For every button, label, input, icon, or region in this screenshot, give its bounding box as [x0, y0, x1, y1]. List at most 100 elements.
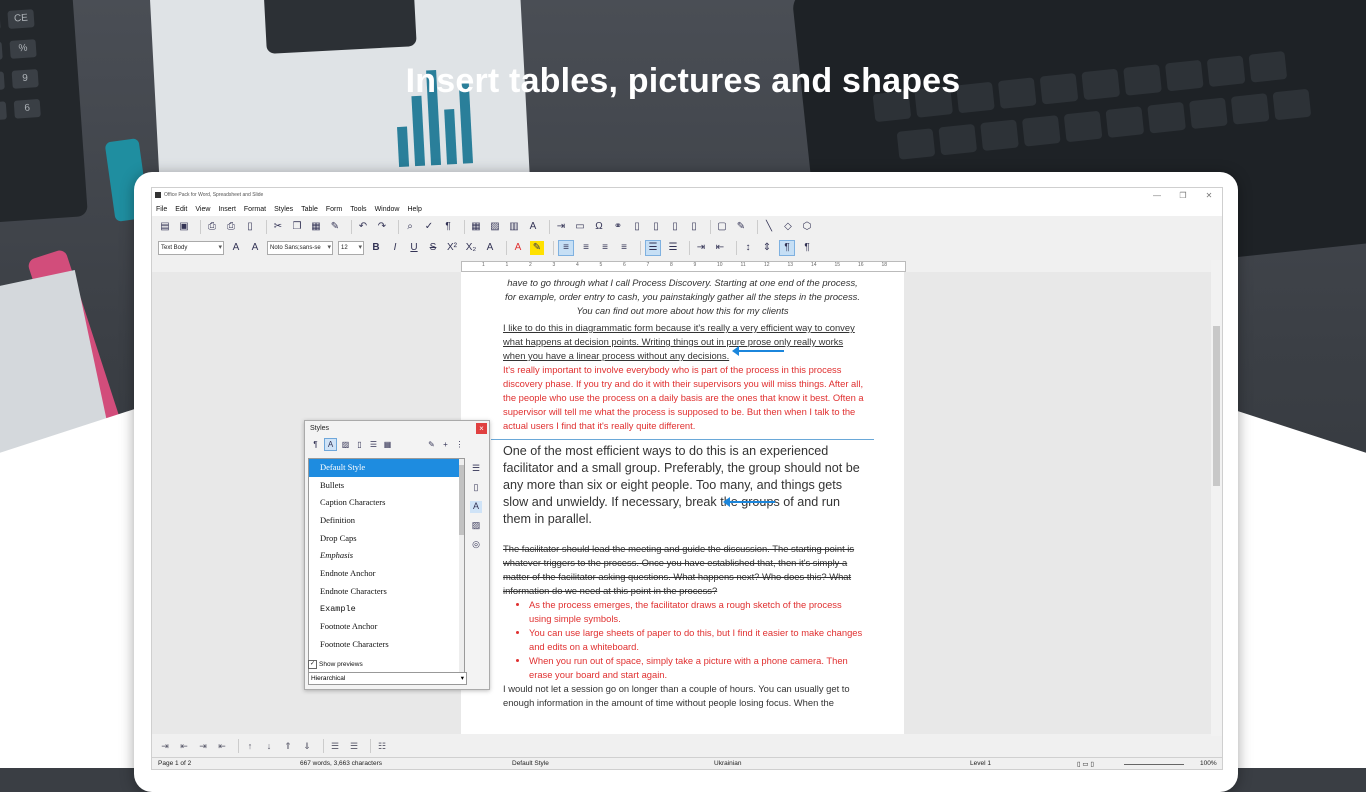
- line-icon[interactable]: ╲: [762, 220, 776, 234]
- move-item-up-icon[interactable]: ⇑: [281, 739, 295, 753]
- style-item[interactable]: Endnote Characters: [309, 583, 464, 601]
- justify-icon[interactable]: ≡: [617, 241, 631, 255]
- style-item[interactable]: Caption Characters: [309, 494, 464, 512]
- language[interactable]: Ukrainian: [714, 760, 741, 767]
- gallery-deck-icon[interactable]: ▨: [470, 520, 482, 532]
- navigator-deck-icon[interactable]: ◎: [470, 539, 482, 551]
- hyperlink-icon[interactable]: ⚭: [611, 220, 625, 234]
- undo-icon[interactable]: ↶: [356, 220, 370, 234]
- menu-tools[interactable]: Tools: [350, 206, 366, 213]
- font-color-icon[interactable]: A: [511, 241, 525, 255]
- draw-functions-icon[interactable]: ⬡: [800, 220, 814, 234]
- restart-numbering-icon[interactable]: ☰: [347, 739, 361, 753]
- page-style[interactable]: Default Style: [512, 760, 549, 767]
- document-page[interactable]: have to go through what I call Process D…: [461, 272, 904, 734]
- page-break-icon[interactable]: ⇥: [554, 220, 568, 234]
- panel-menu-icon[interactable]: ⋮: [454, 439, 465, 450]
- fill-format-icon[interactable]: ✎: [426, 439, 437, 450]
- page-styles-icon[interactable]: ▯: [354, 439, 365, 450]
- spelling-icon[interactable]: ✓: [422, 220, 436, 234]
- page-count[interactable]: Page 1 of 2: [158, 760, 191, 767]
- style-filter-select[interactable]: Hierarchical: [308, 672, 467, 685]
- demote-icon[interactable]: ⇥: [158, 739, 172, 753]
- promote-icon[interactable]: ⇤: [177, 739, 191, 753]
- character-styles-icon[interactable]: A: [324, 437, 337, 451]
- update-style-icon[interactable]: A: [229, 241, 243, 255]
- subscript-icon[interactable]: X₂: [464, 241, 478, 255]
- menu-file[interactable]: File: [156, 206, 167, 213]
- page-deck-icon[interactable]: ▯: [470, 482, 482, 494]
- superscript-icon[interactable]: X²: [445, 241, 459, 255]
- save-icon[interactable]: ▣: [177, 220, 191, 234]
- move-down-icon[interactable]: ↓: [262, 739, 276, 753]
- menu-view[interactable]: View: [195, 206, 210, 213]
- cross-reference-icon[interactable]: ▯: [687, 220, 701, 234]
- style-item[interactable]: Definition: [309, 512, 464, 530]
- styles-deck-icon[interactable]: A: [470, 501, 482, 513]
- strikethrough-icon[interactable]: S: [426, 241, 440, 255]
- zoom-level[interactable]: 100%: [1200, 760, 1217, 767]
- bullets-numbering-icon[interactable]: ☷: [375, 739, 389, 753]
- frame-styles-icon[interactable]: ▨: [340, 439, 351, 450]
- align-right-icon[interactable]: ≡: [598, 241, 612, 255]
- demote-subpoints-icon[interactable]: ⇥: [196, 739, 210, 753]
- italic-icon[interactable]: I: [388, 241, 402, 255]
- insert-image-icon[interactable]: ▨: [488, 220, 502, 234]
- insert-table-icon[interactable]: ▦: [469, 220, 483, 234]
- insert-chart-icon[interactable]: ▥: [507, 220, 521, 234]
- align-center-icon[interactable]: ≡: [579, 241, 593, 255]
- zoom-slider[interactable]: [1124, 764, 1184, 765]
- insert-field-icon[interactable]: ▭: [573, 220, 587, 234]
- increase-indent-icon[interactable]: ⇥: [694, 241, 708, 255]
- strikethrough-paragraph[interactable]: The facilitator should lead the meeting …: [503, 542, 864, 598]
- promote-subpoints-icon[interactable]: ⇤: [215, 739, 229, 753]
- paragraph-styles-icon[interactable]: ¶: [310, 439, 321, 450]
- list-styles-icon[interactable]: ☰: [368, 439, 379, 450]
- menu-help[interactable]: Help: [407, 206, 421, 213]
- bookmark-icon[interactable]: ▯: [668, 220, 682, 234]
- clear-formatting-icon[interactable]: A: [483, 241, 497, 255]
- move-item-down-icon[interactable]: ⇓: [300, 739, 314, 753]
- paragraph-spacing-icon[interactable]: ⇕: [760, 241, 774, 255]
- style-item[interactable]: Emphasis: [309, 547, 464, 565]
- bold-icon[interactable]: B: [369, 241, 383, 255]
- style-item[interactable]: Default Style: [309, 459, 464, 477]
- horizontal-ruler[interactable]: 1 1 2 3 4 5 6 7 8 9 10 11 12 13 14 15 16 18: [461, 261, 906, 272]
- properties-deck-icon[interactable]: ☰: [470, 463, 482, 475]
- menu-edit[interactable]: Edit: [175, 206, 187, 213]
- rtl-icon[interactable]: ¶: [800, 241, 814, 255]
- new-style-menu-icon[interactable]: +: [440, 439, 451, 450]
- list-item[interactable]: As the process emerges, the facilitator …: [529, 598, 864, 626]
- menu-insert[interactable]: Insert: [218, 206, 236, 213]
- formatting-marks-icon[interactable]: ¶: [441, 220, 455, 234]
- minimize-button[interactable]: —: [1144, 191, 1170, 200]
- bullets-icon[interactable]: ☰: [645, 239, 661, 256]
- font-size-combo[interactable]: 12: [338, 240, 364, 255]
- scrollbar-thumb[interactable]: [1213, 326, 1220, 486]
- styles-close-icon[interactable]: ×: [476, 423, 487, 434]
- underline-icon[interactable]: U: [407, 241, 421, 255]
- menu-window[interactable]: Window: [375, 206, 400, 213]
- table-styles-icon[interactable]: ▦: [382, 439, 393, 450]
- menu-table[interactable]: Table: [301, 206, 318, 213]
- last-paragraph[interactable]: I would not let a session go on longer t…: [503, 682, 864, 710]
- print-preview-icon[interactable]: ▯: [243, 220, 257, 234]
- styles-scrollbar[interactable]: [459, 459, 464, 677]
- menu-form[interactable]: Form: [326, 206, 342, 213]
- endnote-icon[interactable]: ▯: [649, 220, 663, 234]
- special-character-icon[interactable]: Ω: [592, 220, 606, 234]
- menu-format[interactable]: Format: [244, 206, 266, 213]
- decrease-indent-icon[interactable]: ⇤: [713, 241, 727, 255]
- clone-format-icon[interactable]: ✎: [328, 220, 342, 234]
- paste-icon[interactable]: ▦: [309, 220, 323, 234]
- new-icon[interactable]: ▤: [158, 220, 172, 234]
- view-layout-icon[interactable]: ▯ ▭ ▯: [1077, 760, 1094, 768]
- export-pdf-icon[interactable]: ⎙: [205, 220, 219, 234]
- highlight-icon[interactable]: ✎: [530, 240, 544, 255]
- copy-icon[interactable]: ❐: [290, 220, 304, 234]
- redo-icon[interactable]: ↷: [375, 220, 389, 234]
- track-changes-icon[interactable]: ✎: [734, 220, 748, 234]
- font-name-combo[interactable]: Noto Sans;sans-se: [267, 240, 333, 255]
- print-icon[interactable]: ⎙: [224, 220, 238, 234]
- style-item[interactable]: Example: [309, 601, 464, 619]
